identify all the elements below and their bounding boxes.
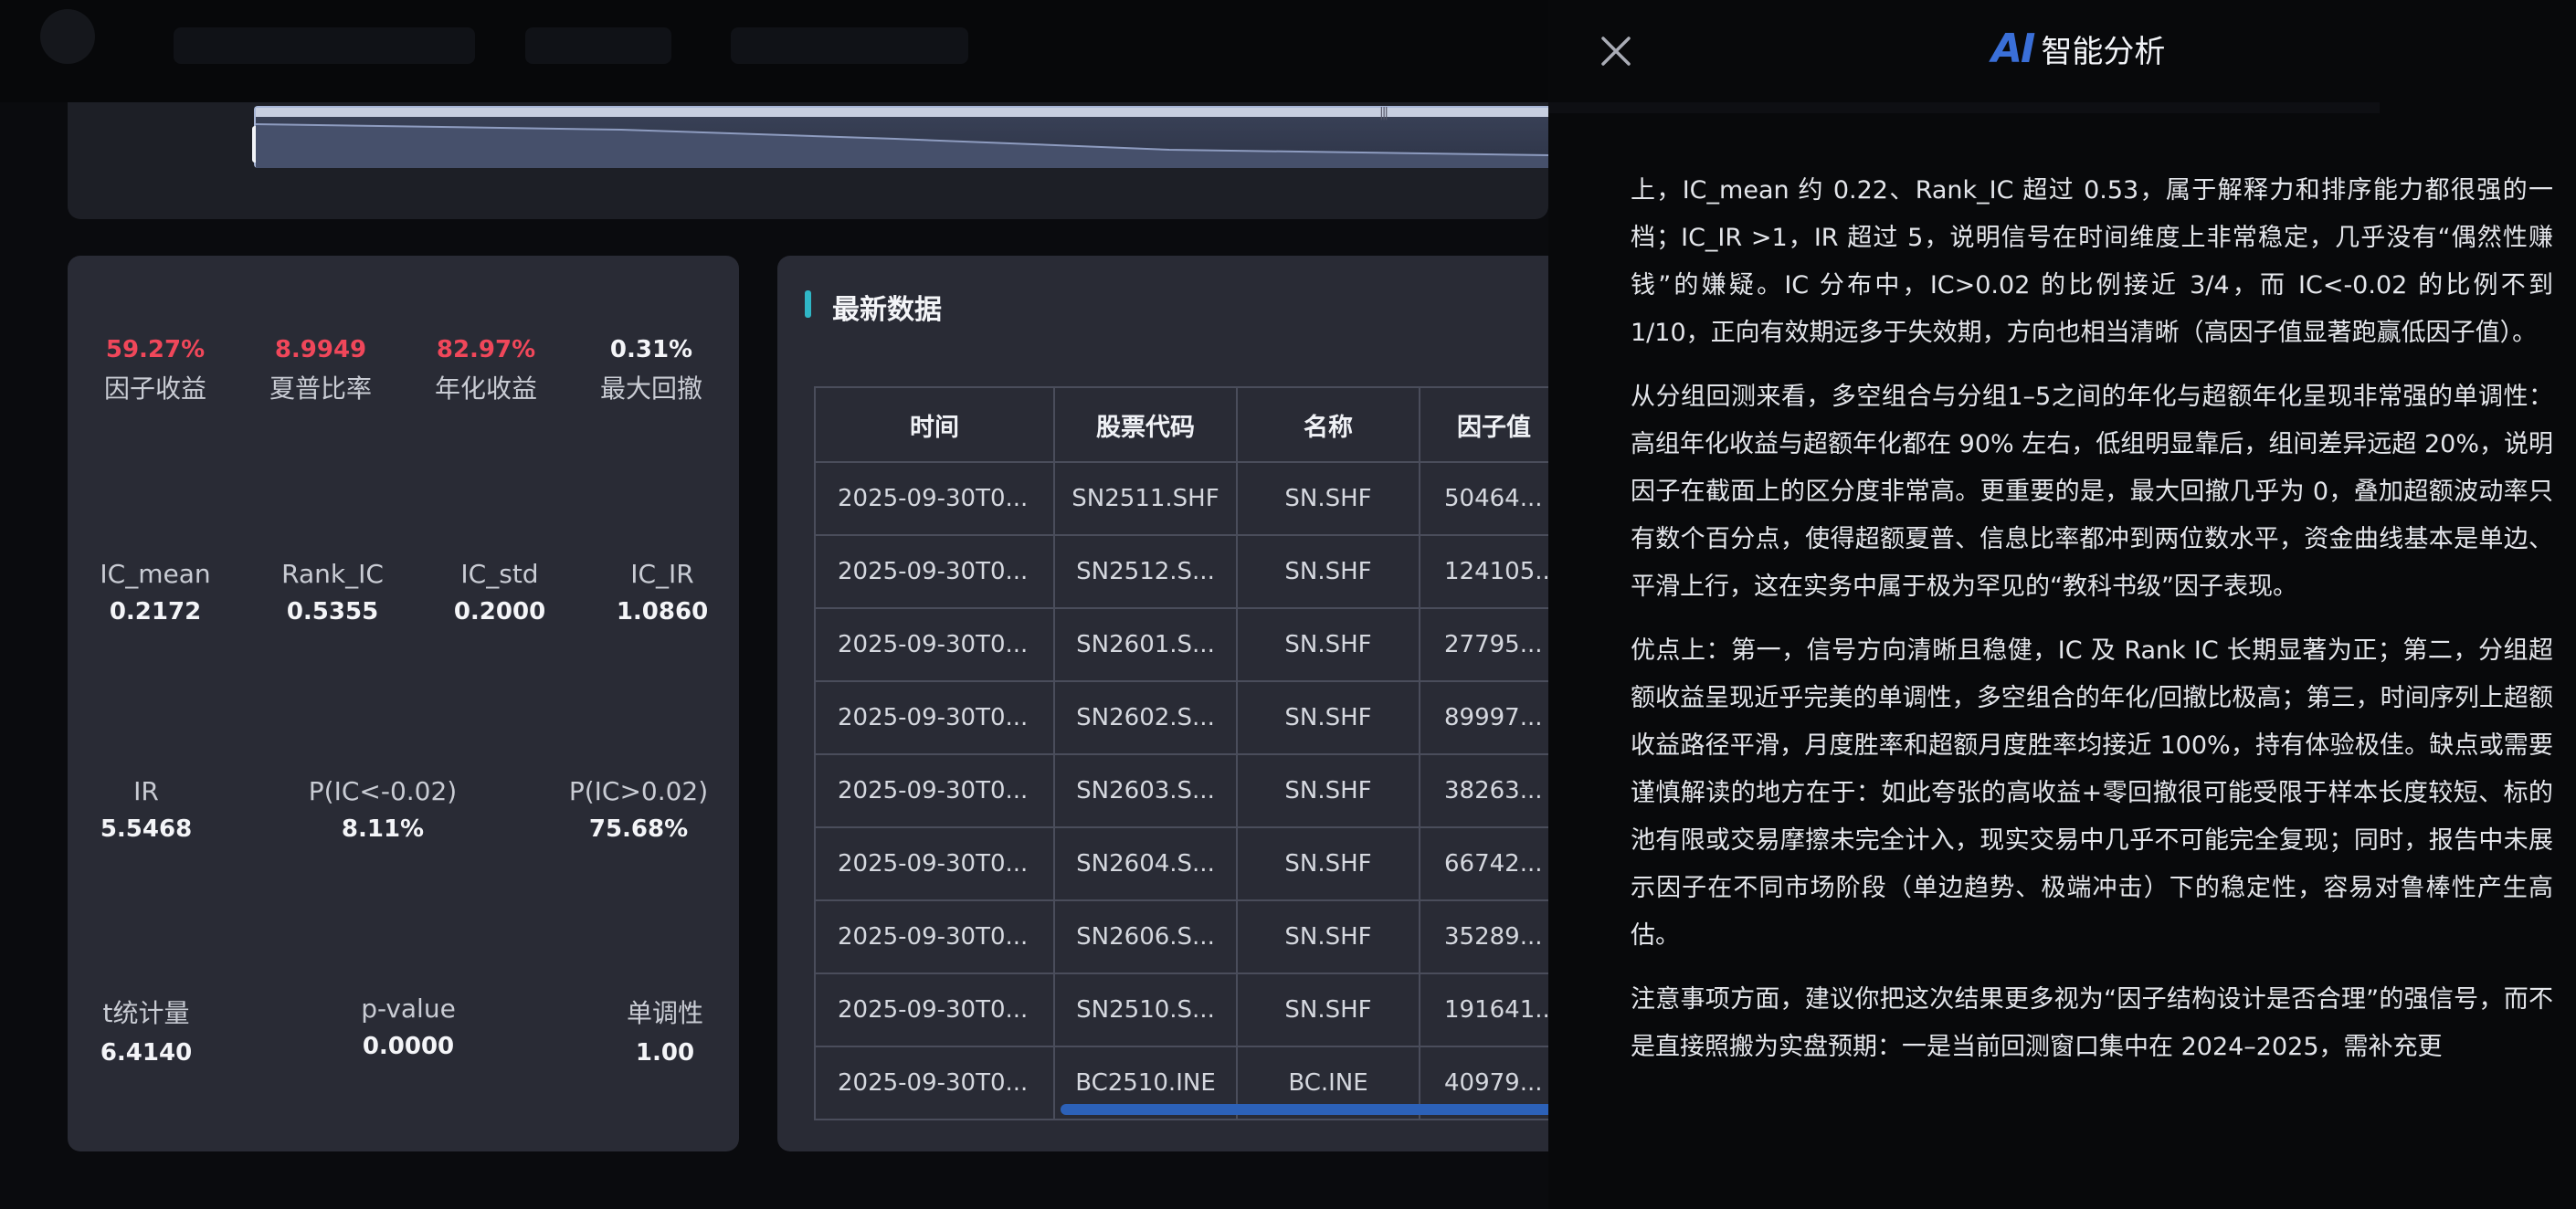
table-row: 2025-09-30T0... SN2512.S... SN.SHF 124105..…: [814, 534, 1548, 609]
analysis-paragraph: 从分组回测来看，多空组合与分组1–5之间的年化与超额年化呈现非常强的单调性：高组…: [1631, 383, 2553, 601]
analysis-text: 上，IC_mean 约 0.22、Rank_IC 超过 0.53，属于解释力和排…: [1631, 167, 2553, 1088]
latest-data-title: 最新数据: [832, 294, 942, 326]
metric-rank-ic: Rank_IC 0.5355: [281, 559, 384, 626]
metric-factor-return: 59.27% 因子收益: [103, 336, 207, 404]
close-icon[interactable]: [1598, 33, 1634, 69]
panel-title: 智能分析: [2041, 34, 2166, 70]
zoom-preview-area: [256, 123, 1550, 168]
latest-data-table: 时间 股票代码 名称 因子值 2025-09-30T0... SN2511.SHF…: [814, 386, 1548, 1120]
nav-item[interactable]: [525, 27, 671, 64]
table-row: 2025-09-30T0... SN2604.S... SN.SHF 66742...: [814, 826, 1548, 901]
ai-analysis-panel: AI 智能分析 上，IC_mean 约 0.22、Rank_IC 超过 0.53…: [1548, 0, 2576, 1209]
column-header-code[interactable]: 股票代码: [1053, 386, 1238, 463]
panel-header: AI 智能分析: [1991, 26, 2165, 72]
close-button[interactable]: [1598, 33, 1634, 69]
chart-card: |||: [68, 102, 1550, 219]
data-zoom-slider[interactable]: |||: [252, 106, 1550, 168]
column-header-time[interactable]: 时间: [814, 386, 1055, 463]
table-row: 2025-09-30T0... SN2601.S... SN.SHF 27795...: [814, 607, 1548, 682]
table-horizontal-scrollbar[interactable]: [1061, 1104, 1548, 1115]
table-row: 2025-09-30T0... SN2603.S... SN.SHF 38263...: [814, 753, 1548, 828]
table-row: 2025-09-30T0... SN2602.S... SN.SHF 89997...: [814, 680, 1548, 755]
table-row: 2025-09-30T0... SN2511.SHF SN.SHF 50464...: [814, 461, 1548, 536]
column-header-factor-value[interactable]: 因子值: [1419, 386, 1548, 463]
factor-metrics-card: 59.27% 因子收益 8.9949 夏普比率 82.97% 年化收益 0.31…: [68, 256, 739, 1151]
metric-annual-return: 82.97% 年化收益: [434, 336, 538, 404]
analysis-paragraph: 上，IC_mean 约 0.22、Rank_IC 超过 0.53，属于解释力和排…: [1631, 176, 2553, 347]
zoom-slider-track[interactable]: [256, 108, 1548, 117]
app-logo-icon: [40, 9, 95, 64]
column-header-name[interactable]: 名称: [1236, 386, 1420, 463]
title-accent-bar: [805, 290, 811, 318]
latest-data-card: 最新数据 时间 股票代码 名称 因子值 2025-09-30T0... SN251…: [777, 256, 1548, 1151]
metric-p-ic-positive: P(IC>0.02) 75.68%: [568, 776, 709, 843]
metric-ic-ir: IC_IR 1.0860: [616, 559, 709, 626]
top-navigation-bar: [0, 0, 1548, 102]
nav-item[interactable]: [731, 27, 968, 64]
analysis-paragraph: 注意事项方面，建议你把这次结果更多视为“因子结构设计是否合理”的强信号，而不是直…: [1631, 985, 2553, 1061]
metric-ic-std: IC_std 0.2000: [453, 559, 546, 626]
metric-sharpe-ratio: 8.9949 夏普比率: [269, 336, 373, 404]
table-row: 2025-09-30T0... SN2510.S... SN.SHF 191641..…: [814, 972, 1548, 1047]
metric-monotonicity: 单调性 1.00: [626, 998, 704, 1067]
metric-max-drawdown: 0.31% 最大回撤: [599, 336, 703, 404]
metric-t-statistic: t统计量 6.4140: [100, 998, 193, 1067]
ai-logo-icon: AI: [1991, 26, 2035, 72]
header-divider: [1548, 102, 2380, 113]
app-stage: ||| 59.27% 因子收益 8.9949 夏普比率 82.97% 年化收益 …: [0, 0, 2576, 1209]
analysis-paragraph: 优点上：第一，信号方向清晰且稳健，IC 及 Rank IC 长期显著为正；第二，…: [1631, 636, 2553, 950]
metric-ic-mean: IC_mean 0.2172: [100, 559, 211, 626]
metric-p-value: p-value 0.0000: [361, 993, 456, 1060]
metric-ir: IR 5.5468: [100, 776, 193, 843]
nav-item[interactable]: [174, 27, 475, 64]
table-header-row: 时间 股票代码 名称 因子值: [814, 386, 1548, 463]
table-row: 2025-09-30T0... SN2606.S... SN.SHF 35289...: [814, 899, 1548, 974]
metric-p-ic-negative: P(IC<-0.02) 8.11%: [308, 776, 458, 843]
